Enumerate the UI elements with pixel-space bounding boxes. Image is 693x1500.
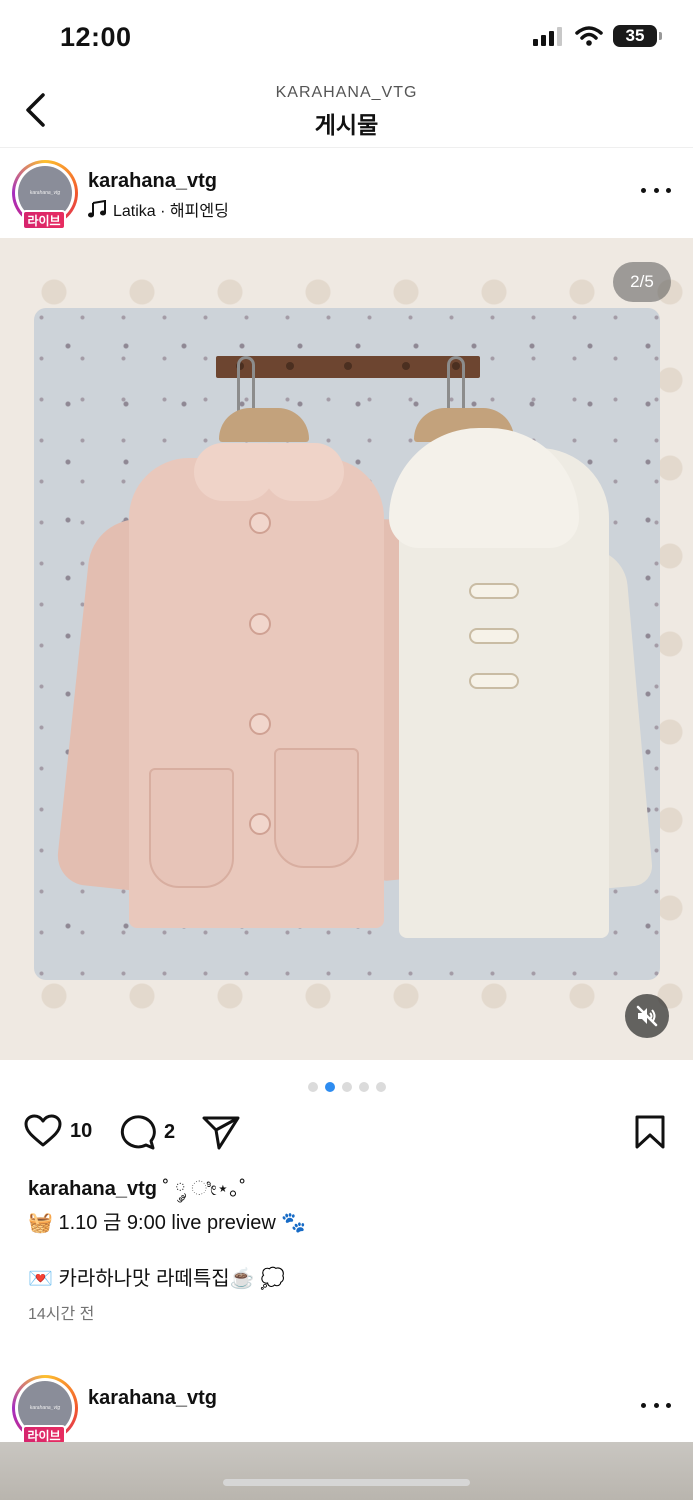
speaker-muted-icon <box>636 1005 658 1027</box>
post-caption: karahana_vtg ˚ ༘ ೀ⋆｡˚ 🧺 1.10 금 9:00 live… <box>28 1172 668 1296</box>
carousel-dot <box>341 1082 352 1092</box>
carousel-dot-active <box>324 1082 335 1092</box>
send-icon <box>202 1116 240 1150</box>
white-duffle-coat <box>369 428 654 938</box>
nav-subtitle: KARAHANA_VTG <box>275 84 418 101</box>
caption-username[interactable]: karahana_vtg <box>28 1178 157 1200</box>
music-info[interactable]: Latika · 해피엔딩 <box>88 197 229 221</box>
more-options-button[interactable] <box>641 180 671 200</box>
live-badge: 라이브 <box>22 210 66 230</box>
like-count: 10 <box>70 1119 93 1142</box>
music-label: Latika · 해피엔딩 <box>113 203 229 220</box>
page-title: 게시물 <box>314 112 379 138</box>
bookmark-icon <box>635 1115 665 1149</box>
heart-icon <box>24 1114 62 1147</box>
post-timestamp: 14시간 전 <box>28 1306 95 1323</box>
status-bar: 12:00 35 <box>0 0 693 74</box>
status-time: 12:00 <box>60 22 132 52</box>
like-button[interactable]: 10 <box>24 1114 92 1148</box>
action-bar: 10 2 <box>0 1108 693 1158</box>
share-button[interactable] <box>202 1114 240 1150</box>
signal-icon <box>533 27 562 46</box>
carousel-dot <box>375 1082 386 1092</box>
carousel-dots <box>0 1082 693 1092</box>
carousel-dot <box>358 1082 369 1092</box>
battery-icon: 35 <box>613 25 662 47</box>
wooden-rack <box>216 356 480 378</box>
next-post-media[interactable] <box>0 1442 693 1500</box>
caption-line-2: 🧺 1.10 금 9:00 live preview 🐾 <box>28 1212 307 1234</box>
next-post-username[interactable]: karahana_vtg <box>88 1387 217 1410</box>
coats-photo <box>34 308 660 980</box>
post-username[interactable]: karahana_vtg <box>88 170 217 193</box>
save-button[interactable] <box>634 1114 666 1150</box>
next-more-options-button[interactable] <box>641 1395 671 1415</box>
slide-counter: 2/5 <box>613 262 671 302</box>
comment-icon <box>120 1115 156 1150</box>
caption-line-3: 💌 카라하나맛 라떼특집☕️ 💭 <box>28 1268 285 1290</box>
post-media[interactable]: 2/5 <box>0 238 693 1060</box>
status-icons: 35 <box>533 25 662 47</box>
next-post-header: karahana_vtg 라이브 karahana_vtg <box>0 1365 693 1453</box>
mute-button[interactable] <box>625 994 669 1038</box>
home-indicator[interactable] <box>223 1479 470 1486</box>
carousel-dot <box>307 1082 318 1092</box>
comment-count: 2 <box>164 1120 176 1143</box>
comment-button[interactable]: 2 <box>118 1114 175 1150</box>
post-header: karahana_vtg 라이브 karahana_vtg Latika · 해… <box>0 150 693 238</box>
wifi-icon <box>575 26 603 46</box>
nav-header: KARAHANA_VTG 게시물 <box>0 74 693 148</box>
caption-decoration: ˚ ༘ ೀ⋆｡˚ <box>156 1178 246 1200</box>
music-note-icon <box>88 200 106 218</box>
caption-line-1: karahana_vtg ˚ ༘ ೀ⋆｡˚ <box>28 1172 668 1206</box>
